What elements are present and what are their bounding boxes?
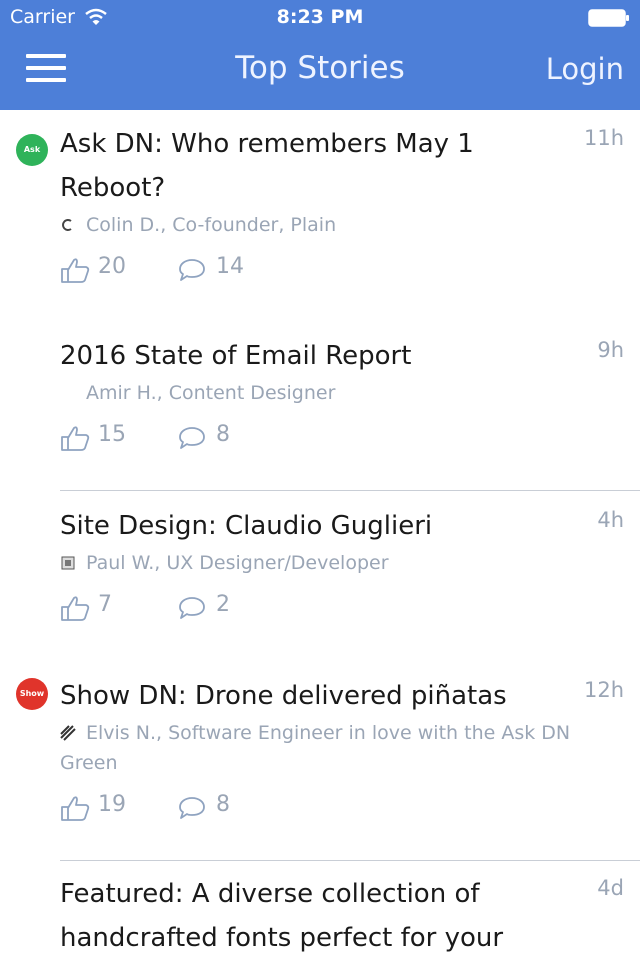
story-item[interactable]: Ask Ask DN: Who remembers May 1 Reboot? … <box>0 122 640 294</box>
show-badge-icon: Show <box>16 678 48 710</box>
story-title[interactable]: Show DN: Drone delivered piñatas <box>60 674 616 718</box>
author-name: Elvis N., Software Engineer in love with… <box>60 722 571 774</box>
story-time: 11h <box>583 126 624 150</box>
thumbs-up-icon[interactable] <box>60 794 90 822</box>
author-name: Colin D., Co-founder, Plain <box>86 214 337 236</box>
story-time: 4h <box>597 508 624 532</box>
story-item[interactable]: Featured: A diverse collection of handcr… <box>0 872 640 960</box>
plain-logo-icon <box>62 219 72 231</box>
story-title[interactable]: Ask DN: Who remembers May 1 Reboot? <box>60 122 616 210</box>
story-title[interactable]: 2016 State of Email Report <box>60 334 616 378</box>
story-item[interactable]: Site Design: Claudio Guglieri 4h Paul W.… <box>0 504 640 632</box>
login-button[interactable]: Login <box>546 52 624 86</box>
like-count: 19 <box>98 792 126 817</box>
story-time: 12h <box>583 678 624 702</box>
status-time: 8:23 PM <box>276 6 364 28</box>
like-count: 15 <box>98 422 126 447</box>
nav-bar: Top Stories Login <box>0 36 640 110</box>
comment-count: 8 <box>216 422 230 447</box>
battery-icon <box>588 9 629 27</box>
avatar-icon <box>61 556 75 570</box>
story-stats: 15 8 <box>60 422 616 462</box>
thumbs-up-icon[interactable] <box>60 424 90 452</box>
divider <box>60 860 640 861</box>
comment-icon[interactable] <box>178 596 206 620</box>
stripes-avatar-icon <box>60 725 76 741</box>
comment-count: 14 <box>216 254 244 279</box>
thumbs-up-icon[interactable] <box>60 256 90 284</box>
story-time: 9h <box>597 338 624 362</box>
comment-icon[interactable] <box>178 796 206 820</box>
status-bar: Carrier 8:23 PM <box>0 0 640 36</box>
story-stats: 20 14 <box>60 254 616 294</box>
divider <box>60 490 640 491</box>
story-author[interactable]: Amir H., Content Designer <box>60 378 616 408</box>
story-author[interactable]: Elvis N., Software Engineer in love with… <box>60 718 616 778</box>
story-item[interactable]: Show Show DN: Drone delivered piñatas 12… <box>0 674 640 832</box>
story-author[interactable]: Colin D., Co-founder, Plain <box>60 210 616 240</box>
ask-badge-icon: Ask <box>16 134 48 166</box>
story-author[interactable]: Paul W., UX Designer/Developer <box>60 548 616 578</box>
story-time: 4d <box>597 876 624 900</box>
story-feed[interactable]: Ask Ask DN: Who remembers May 1 Reboot? … <box>0 110 640 960</box>
like-count: 7 <box>98 592 112 617</box>
page-title: Top Stories <box>235 50 405 86</box>
comment-icon[interactable] <box>178 426 206 450</box>
story-title[interactable]: Site Design: Claudio Guglieri <box>60 504 616 548</box>
author-name: Amir H., Content Designer <box>86 382 336 404</box>
author-name: Paul W., UX Designer/Developer <box>86 552 389 574</box>
story-stats: 7 2 <box>60 592 616 632</box>
like-count: 20 <box>98 254 126 279</box>
comment-icon[interactable] <box>178 258 206 282</box>
comment-count: 2 <box>216 592 230 617</box>
thumbs-up-icon[interactable] <box>60 594 90 622</box>
comment-count: 8 <box>216 792 230 817</box>
story-stats: 19 8 <box>60 792 616 832</box>
story-title[interactable]: Featured: A diverse collection of handcr… <box>60 872 616 960</box>
app-header: Carrier 8:23 PM Top Stories Login <box>0 0 640 110</box>
story-item[interactable]: 2016 State of Email Report 9h Amir H., C… <box>0 334 640 462</box>
